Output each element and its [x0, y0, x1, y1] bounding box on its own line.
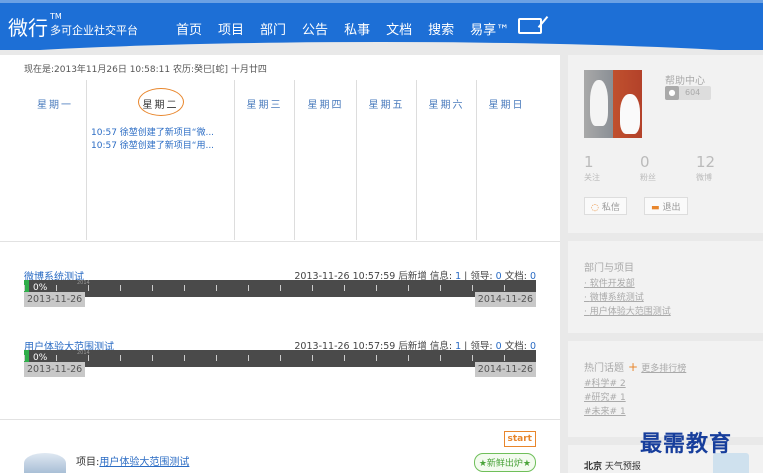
- day-tuesday[interactable]: 星期二 10:57 徐堃创建了新项目“微... 10:57 徐堃创建了新项目“用…: [86, 80, 234, 240]
- user-icon: ●: [665, 86, 679, 100]
- feed-project-link[interactable]: 用户体验大范围测试: [99, 457, 189, 468]
- bird-shape: [620, 94, 640, 134]
- project-end-date: 2014-11-26: [474, 362, 536, 377]
- stat-label: 粉丝: [640, 173, 656, 182]
- logout-button[interactable]: ▬ 退出: [644, 197, 688, 215]
- stat-following[interactable]: 1 关注: [584, 153, 600, 183]
- topics-card: 热门话题 + 更多排行榜 #科学# 2 #研究# 1 #未来# 1: [568, 341, 763, 437]
- logo-trademark: TM: [50, 12, 62, 21]
- day-label: 星期四: [307, 100, 344, 111]
- topic-item[interactable]: #科学# 2: [584, 377, 626, 391]
- profile-card: 帮助中心 ● 604 1 关注 0 粉丝 12 微博 ◌ 私信 ▬ 退出: [568, 55, 763, 233]
- day-label: 星期三: [246, 100, 283, 111]
- main-panel: 现在是:2013年11月26日 10:58:11 农历:癸巳[蛇] 十月廿四 星…: [0, 55, 560, 473]
- header-top-line: [0, 0, 763, 3]
- event-item[interactable]: 10:57 徐堃创建了新项目“用...: [91, 140, 231, 153]
- weather-city: 北京: [584, 462, 603, 472]
- feed-item-label: 项目:用户体验大范围测试: [76, 453, 189, 468]
- message-label: 私信: [601, 203, 620, 213]
- day-label: 星期一: [37, 100, 73, 111]
- stat-posts[interactable]: 12 微博: [696, 153, 715, 183]
- nav-private[interactable]: 私事: [344, 19, 370, 38]
- day-events: 10:57 徐堃创建了新项目“微... 10:57 徐堃创建了新项目“用...: [91, 127, 231, 153]
- topic-item[interactable]: #未来# 1: [584, 405, 626, 419]
- nav-home[interactable]: 首页: [176, 19, 202, 38]
- project-start-date: 2013-11-26: [24, 362, 86, 377]
- message-icon: ◌: [591, 203, 599, 213]
- department-link[interactable]: 软件开发部: [590, 279, 635, 289]
- day-label: 星期五: [368, 100, 405, 111]
- nav-search[interactable]: 搜索: [428, 19, 454, 38]
- project-row: 微博系统测试 2013-11-26 10:57:59 后新增 信息: 1 | 领…: [24, 268, 536, 326]
- departments-card: 部门与项目 · 软件开发部 · 微博系统测试 · 用户体验大范围测试: [568, 241, 763, 333]
- project-end-date: 2014-11-26: [474, 292, 536, 307]
- app-logo[interactable]: 微行: [8, 12, 48, 41]
- stat-followers[interactable]: 0 粉丝: [640, 153, 656, 183]
- help-center-link[interactable]: 帮助中心: [665, 72, 705, 87]
- plus-icon[interactable]: +: [628, 360, 638, 374]
- project-row: 用户体验大范围测试 2013-11-26 10:57:59 后新增 信息: 1 …: [24, 338, 536, 396]
- main-nav: 首页 项目 部门 公告 私事 文档 搜索 易享™: [176, 19, 525, 38]
- department-item[interactable]: · 用户体验大范围测试: [584, 305, 671, 319]
- department-item[interactable]: · 微博系统测试: [584, 291, 671, 305]
- stat-label: 关注: [584, 173, 600, 182]
- day-label: 星期二: [142, 100, 179, 111]
- topic-item[interactable]: #研究# 1: [584, 391, 626, 405]
- day-saturday[interactable]: 星期六: [416, 80, 476, 240]
- event-item[interactable]: 10:57 徐堃创建了新项目“微...: [91, 127, 231, 140]
- feed-item-prefix: 项目:: [76, 457, 100, 468]
- feed-item: start 项目:用户体验大范围测试 ★新鲜出炉★: [24, 427, 536, 473]
- minus-icon: ▬: [651, 203, 660, 213]
- nav-departments[interactable]: 部门: [260, 19, 286, 38]
- day-sunday[interactable]: 星期日: [476, 80, 536, 240]
- new-badge: ★新鲜出炉★: [473, 453, 536, 472]
- profile-avatar[interactable]: [584, 70, 642, 138]
- start-button[interactable]: start: [503, 431, 536, 447]
- watermark: 最需教育: [640, 431, 733, 457]
- department-link[interactable]: 用户体验大范围测试: [590, 307, 671, 317]
- message-button[interactable]: ◌ 私信: [584, 197, 627, 215]
- day-label: 星期六: [428, 100, 465, 111]
- stat-value: 12: [696, 153, 716, 171]
- weather-header: 北京 天气预报: [584, 459, 641, 472]
- help-count: 604: [685, 88, 701, 97]
- divider: [0, 419, 560, 420]
- day-wednesday[interactable]: 星期三: [234, 80, 294, 240]
- topics-list: #科学# 2 #研究# 1 #未来# 1: [584, 377, 626, 419]
- stat-value: 0: [640, 153, 650, 171]
- top-header: 微行 TM 多可企业社交平台 首页 项目 部门 公告 私事 文档 搜索 易享™: [0, 0, 763, 50]
- weather-label: 天气预报: [604, 462, 641, 472]
- project-start-date: 2013-11-26: [24, 292, 86, 307]
- topics-title: 热门话题: [584, 363, 624, 374]
- logout-label: 退出: [662, 203, 681, 213]
- departments-list: · 软件开发部 · 微博系统测试 · 用户体验大范围测试: [584, 277, 671, 319]
- topics-header: 热门话题 + 更多排行榜: [584, 359, 686, 374]
- help-badge: ● 604: [665, 86, 711, 100]
- nav-yixiang[interactable]: 易享™: [470, 19, 509, 38]
- current-datetime: 现在是:2013年11月26日 10:58:11 农历:癸巳[蛇] 十月廿四: [24, 65, 267, 75]
- stat-label: 微博: [696, 173, 712, 182]
- more-rankings-link[interactable]: 更多排行榜: [641, 364, 686, 374]
- header-curve: [0, 42, 763, 50]
- day-monday[interactable]: 星期一: [24, 80, 86, 240]
- logo-subtitle: 多可企业社交平台: [50, 24, 138, 37]
- nav-projects[interactable]: 项目: [218, 19, 244, 38]
- day-friday[interactable]: 星期五: [356, 80, 416, 240]
- bird-shape: [590, 80, 608, 126]
- stat-value: 1: [584, 153, 594, 171]
- day-thursday[interactable]: 星期四: [294, 80, 356, 240]
- divider: [0, 241, 560, 242]
- nav-documents[interactable]: 文档: [386, 19, 412, 38]
- departments-title: 部门与项目: [584, 263, 634, 274]
- nav-announcements[interactable]: 公告: [302, 19, 328, 38]
- department-link[interactable]: 微博系统测试: [590, 293, 644, 303]
- compose-icon[interactable]: [518, 18, 542, 34]
- week-calendar: 星期一 星期二 10:57 徐堃创建了新项目“微... 10:57 徐堃创建了新…: [24, 80, 536, 240]
- progress-ticks: [24, 285, 536, 291]
- avatar[interactable]: [24, 453, 66, 473]
- day-label: 星期日: [488, 100, 525, 111]
- progress-ticks: [24, 355, 536, 361]
- department-item[interactable]: · 软件开发部: [584, 277, 671, 291]
